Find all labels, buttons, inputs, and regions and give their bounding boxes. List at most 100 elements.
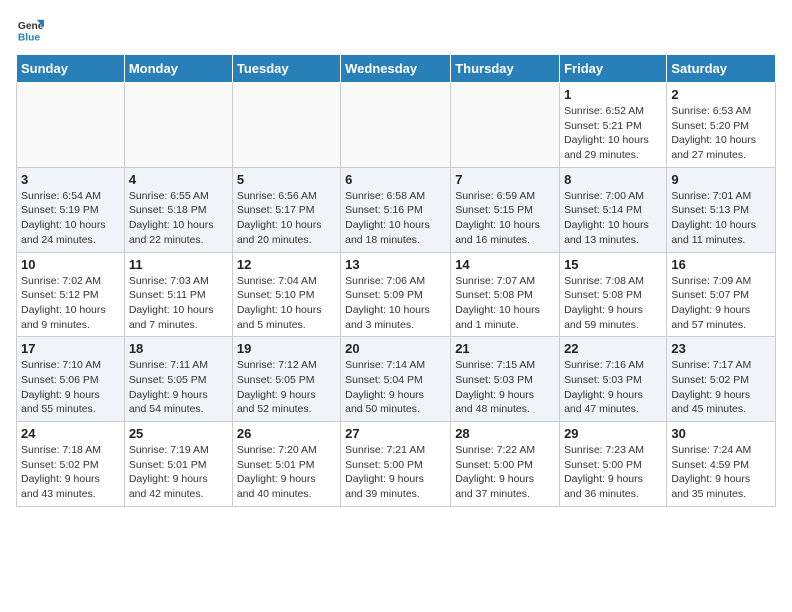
day-info: Sunrise: 7:20 AM Sunset: 5:01 PM Dayligh… <box>237 443 336 502</box>
calendar-cell: 27 Sunrise: 7:21 AM Sunset: 5:00 PM Dayli… <box>341 422 451 507</box>
day-number: 29 <box>564 426 662 441</box>
calendar-cell: 22 Sunrise: 7:16 AM Sunset: 5:03 PM Dayli… <box>560 337 667 422</box>
calendar-cell: 26 Sunrise: 7:20 AM Sunset: 5:01 PM Dayli… <box>232 422 340 507</box>
calendar-week-row: 1Sunrise: 6:52 AM Sunset: 5:21 PM Daylig… <box>17 83 776 168</box>
calendar-cell: 1Sunrise: 6:52 AM Sunset: 5:21 PM Daylig… <box>560 83 667 168</box>
calendar-cell <box>17 83 125 168</box>
day-number: 22 <box>564 341 662 356</box>
day-info: Sunrise: 6:53 AM Sunset: 5:20 PM Dayligh… <box>671 104 771 163</box>
day-number: 24 <box>21 426 120 441</box>
day-number: 2 <box>671 87 771 102</box>
day-number: 20 <box>345 341 446 356</box>
calendar-cell <box>124 83 232 168</box>
day-number: 14 <box>455 257 555 272</box>
day-number: 21 <box>455 341 555 356</box>
day-number: 19 <box>237 341 336 356</box>
day-info: Sunrise: 7:01 AM Sunset: 5:13 PM Dayligh… <box>671 189 771 248</box>
calendar-cell: 30 Sunrise: 7:24 AM Sunset: 4:59 PM Dayli… <box>667 422 776 507</box>
day-info: Sunrise: 7:23 AM Sunset: 5:00 PM Dayligh… <box>564 443 662 502</box>
day-info: Sunrise: 7:02 AM Sunset: 5:12 PM Dayligh… <box>21 274 120 333</box>
weekday-header: Monday <box>124 55 232 83</box>
day-info: Sunrise: 7:06 AM Sunset: 5:09 PM Dayligh… <box>345 274 446 333</box>
day-number: 12 <box>237 257 336 272</box>
calendar-body: 1Sunrise: 6:52 AM Sunset: 5:21 PM Daylig… <box>17 83 776 507</box>
day-number: 28 <box>455 426 555 441</box>
day-number: 15 <box>564 257 662 272</box>
day-info: Sunrise: 7:22 AM Sunset: 5:00 PM Dayligh… <box>455 443 555 502</box>
day-info: Sunrise: 7:00 AM Sunset: 5:14 PM Dayligh… <box>564 189 662 248</box>
calendar-cell: 7 Sunrise: 6:59 AM Sunset: 5:15 PM Daylig… <box>451 167 560 252</box>
calendar-cell: 16 Sunrise: 7:09 AM Sunset: 5:07 PM Dayli… <box>667 252 776 337</box>
day-number: 27 <box>345 426 446 441</box>
day-info: Sunrise: 7:04 AM Sunset: 5:10 PM Dayligh… <box>237 274 336 333</box>
day-number: 17 <box>21 341 120 356</box>
weekday-header: Saturday <box>667 55 776 83</box>
svg-text:Blue: Blue <box>18 32 41 43</box>
calendar-cell: 25Sunrise: 7:19 AM Sunset: 5:01 PM Dayli… <box>124 422 232 507</box>
calendar-cell: 15 Sunrise: 7:08 AM Sunset: 5:08 PM Dayli… <box>560 252 667 337</box>
day-info: Sunrise: 7:15 AM Sunset: 5:03 PM Dayligh… <box>455 358 555 417</box>
day-info: Sunrise: 7:07 AM Sunset: 5:08 PM Dayligh… <box>455 274 555 333</box>
calendar-cell: 4 Sunrise: 6:55 AM Sunset: 5:18 PM Daylig… <box>124 167 232 252</box>
day-info: Sunrise: 6:56 AM Sunset: 5:17 PM Dayligh… <box>237 189 336 248</box>
calendar-cell: 13 Sunrise: 7:06 AM Sunset: 5:09 PM Dayli… <box>341 252 451 337</box>
logo-icon: General Blue <box>16 16 44 44</box>
day-number: 6 <box>345 172 446 187</box>
day-info: Sunrise: 6:52 AM Sunset: 5:21 PM Dayligh… <box>564 104 662 163</box>
calendar-cell: 10 Sunrise: 7:02 AM Sunset: 5:12 PM Dayli… <box>17 252 125 337</box>
day-info: Sunrise: 6:54 AM Sunset: 5:19 PM Dayligh… <box>21 189 120 248</box>
calendar-cell <box>451 83 560 168</box>
calendar-cell: 5 Sunrise: 6:56 AM Sunset: 5:17 PM Daylig… <box>232 167 340 252</box>
calendar-cell: 6 Sunrise: 6:58 AM Sunset: 5:16 PM Daylig… <box>341 167 451 252</box>
day-number: 13 <box>345 257 446 272</box>
calendar-cell: 14 Sunrise: 7:07 AM Sunset: 5:08 PM Dayli… <box>451 252 560 337</box>
day-info: Sunrise: 6:58 AM Sunset: 5:16 PM Dayligh… <box>345 189 446 248</box>
calendar-cell: 24 Sunrise: 7:18 AM Sunset: 5:02 PM Dayli… <box>17 422 125 507</box>
day-info: Sunrise: 6:55 AM Sunset: 5:18 PM Dayligh… <box>129 189 228 248</box>
calendar-cell: 19Sunrise: 7:12 AM Sunset: 5:05 PM Dayli… <box>232 337 340 422</box>
day-number: 30 <box>671 426 771 441</box>
day-info: Sunrise: 7:16 AM Sunset: 5:03 PM Dayligh… <box>564 358 662 417</box>
calendar-cell: 17Sunrise: 7:10 AM Sunset: 5:06 PM Dayli… <box>17 337 125 422</box>
calendar-table: SundayMondayTuesdayWednesdayThursdayFrid… <box>16 54 776 507</box>
day-number: 5 <box>237 172 336 187</box>
day-number: 16 <box>671 257 771 272</box>
day-info: Sunrise: 7:18 AM Sunset: 5:02 PM Dayligh… <box>21 443 120 502</box>
day-info: Sunrise: 7:19 AM Sunset: 5:01 PM Dayligh… <box>129 443 228 502</box>
day-info: Sunrise: 7:17 AM Sunset: 5:02 PM Dayligh… <box>671 358 771 417</box>
day-number: 7 <box>455 172 555 187</box>
day-number: 26 <box>237 426 336 441</box>
calendar-cell <box>341 83 451 168</box>
day-info: Sunrise: 7:03 AM Sunset: 5:11 PM Dayligh… <box>129 274 228 333</box>
day-number: 3 <box>21 172 120 187</box>
calendar-week-row: 17Sunrise: 7:10 AM Sunset: 5:06 PM Dayli… <box>17 337 776 422</box>
weekday-header: Wednesday <box>341 55 451 83</box>
day-number: 10 <box>21 257 120 272</box>
weekday-header: Thursday <box>451 55 560 83</box>
logo: General Blue <box>16 16 44 44</box>
calendar-cell: 3 Sunrise: 6:54 AM Sunset: 5:19 PM Daylig… <box>17 167 125 252</box>
calendar-cell: 18 Sunrise: 7:11 AM Sunset: 5:05 PM Dayli… <box>124 337 232 422</box>
calendar-cell: 11 Sunrise: 7:03 AM Sunset: 5:11 PM Dayli… <box>124 252 232 337</box>
day-info: Sunrise: 7:21 AM Sunset: 5:00 PM Dayligh… <box>345 443 446 502</box>
day-info: Sunrise: 7:14 AM Sunset: 5:04 PM Dayligh… <box>345 358 446 417</box>
day-info: Sunrise: 7:11 AM Sunset: 5:05 PM Dayligh… <box>129 358 228 417</box>
calendar-cell: 20 Sunrise: 7:14 AM Sunset: 5:04 PM Dayli… <box>341 337 451 422</box>
day-info: Sunrise: 7:09 AM Sunset: 5:07 PM Dayligh… <box>671 274 771 333</box>
calendar-week-row: 3 Sunrise: 6:54 AM Sunset: 5:19 PM Daylig… <box>17 167 776 252</box>
calendar-cell: 29 Sunrise: 7:23 AM Sunset: 5:00 PM Dayli… <box>560 422 667 507</box>
day-info: Sunrise: 6:59 AM Sunset: 5:15 PM Dayligh… <box>455 189 555 248</box>
day-number: 4 <box>129 172 228 187</box>
weekday-header: Sunday <box>17 55 125 83</box>
day-info: Sunrise: 7:08 AM Sunset: 5:08 PM Dayligh… <box>564 274 662 333</box>
day-number: 18 <box>129 341 228 356</box>
calendar-week-row: 24 Sunrise: 7:18 AM Sunset: 5:02 PM Dayli… <box>17 422 776 507</box>
calendar-cell: 8Sunrise: 7:00 AM Sunset: 5:14 PM Daylig… <box>560 167 667 252</box>
calendar-cell: 9Sunrise: 7:01 AM Sunset: 5:13 PM Daylig… <box>667 167 776 252</box>
calendar-week-row: 10 Sunrise: 7:02 AM Sunset: 5:12 PM Dayli… <box>17 252 776 337</box>
calendar-cell: 28 Sunrise: 7:22 AM Sunset: 5:00 PM Dayli… <box>451 422 560 507</box>
calendar-header-row: SundayMondayTuesdayWednesdayThursdayFrid… <box>17 55 776 83</box>
day-info: Sunrise: 7:24 AM Sunset: 4:59 PM Dayligh… <box>671 443 771 502</box>
calendar-cell: 23Sunrise: 7:17 AM Sunset: 5:02 PM Dayli… <box>667 337 776 422</box>
day-number: 11 <box>129 257 228 272</box>
